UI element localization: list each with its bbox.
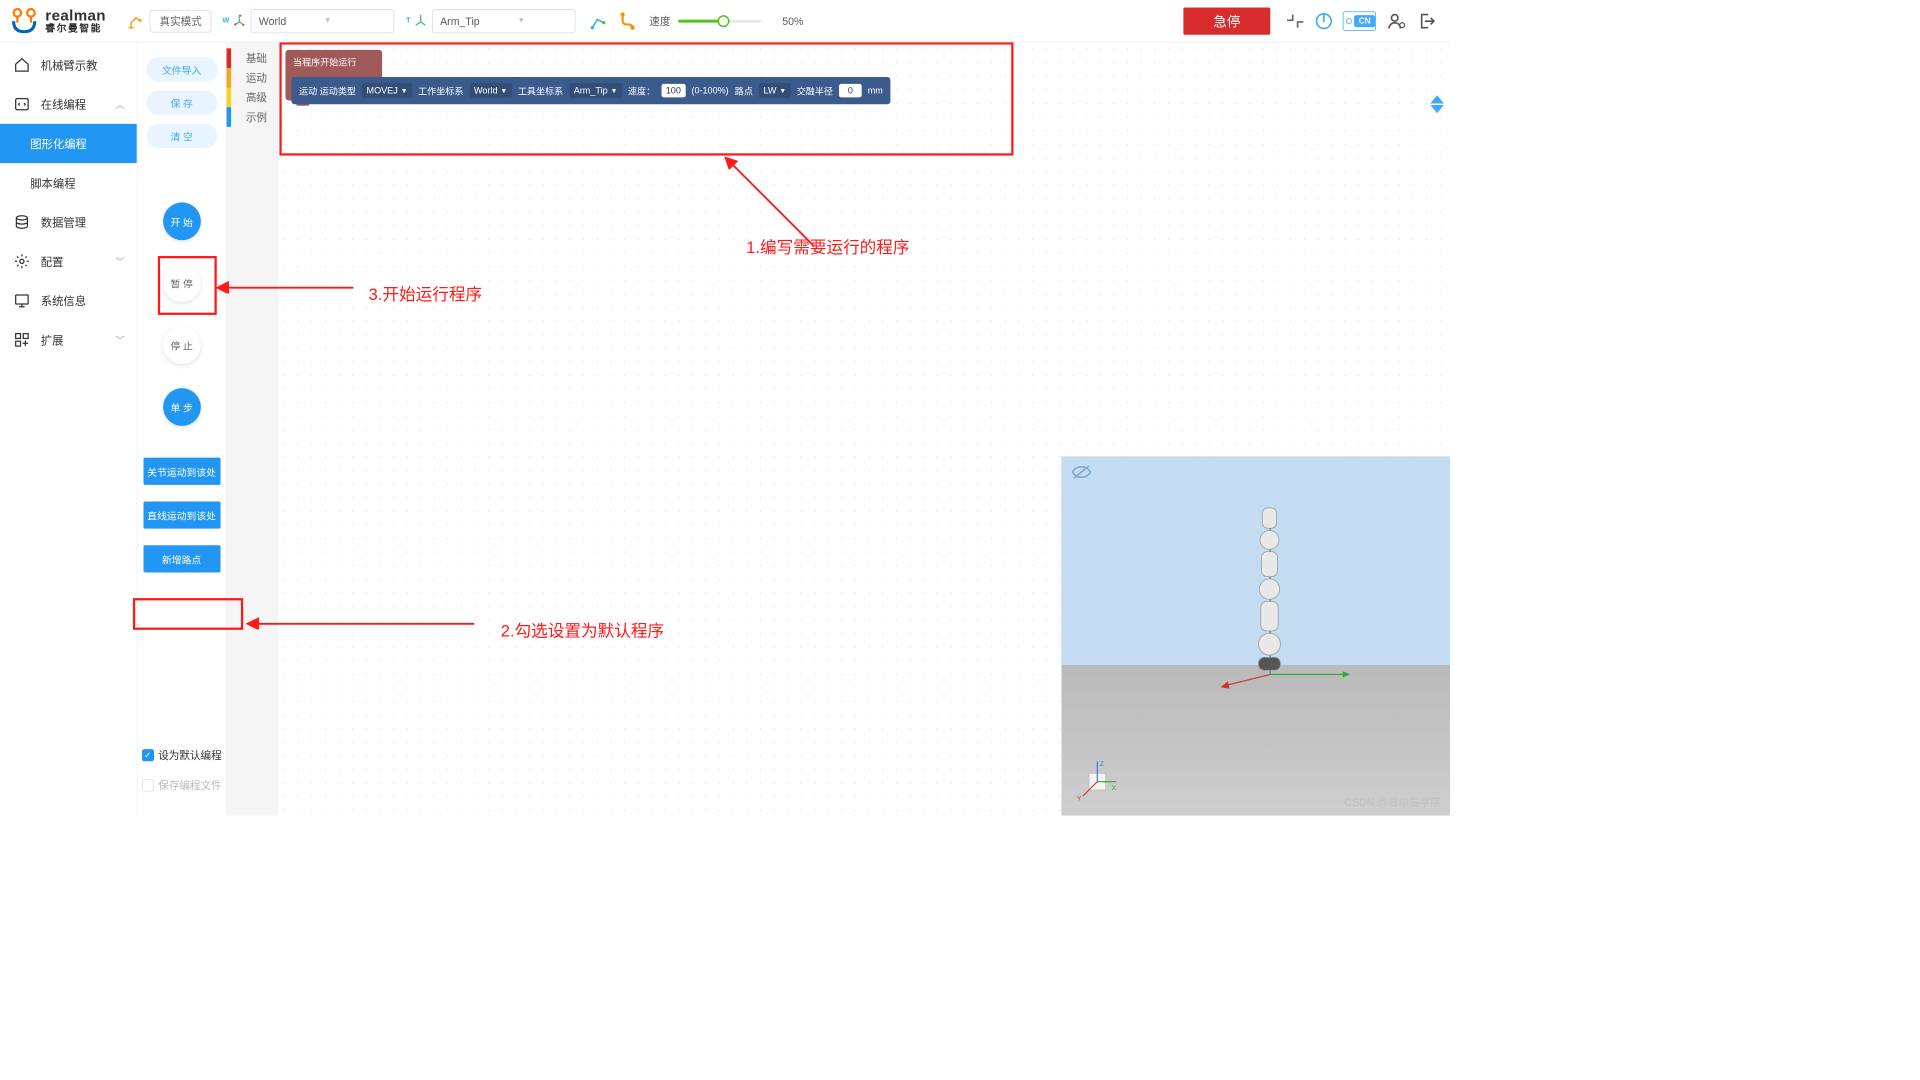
robot-model (1258, 506, 1281, 680)
movej-dropdown[interactable]: MOVEJ▼ (362, 83, 412, 98)
gear-icon (14, 253, 31, 270)
annotation-text-2: 2.勾选设置为默认程序 (501, 618, 664, 642)
mode-badge[interactable]: 真实模式 (150, 9, 212, 32)
user-settings-icon[interactable] (1385, 11, 1408, 31)
chevron-down-icon: ﹀ (116, 255, 125, 268)
radius-input[interactable]: 0 (839, 84, 862, 98)
joint-config-icon[interactable] (589, 11, 609, 31)
stop-button[interactable]: 停 止 (163, 326, 201, 364)
save-program-checkbox[interactable]: 保存编程文件 (142, 770, 222, 800)
step-button[interactable]: 单 步 (163, 388, 201, 426)
power-icon[interactable] (1314, 11, 1334, 31)
annotation-box-2 (133, 598, 243, 630)
robot-arm-icon[interactable] (126, 11, 146, 31)
nav-graphical-programming[interactable]: 图形化编程 (0, 124, 137, 163)
joint-move-button[interactable]: 关节运动到该处 (143, 458, 220, 485)
annotation-box-3 (158, 256, 217, 315)
world-axis-icon: W (222, 12, 247, 29)
tool-column: 文件导入 保 存 清 空 开 始 暂 停 停 止 单 步 关节运动到该处 直线运… (137, 42, 226, 815)
start-button[interactable]: 开 始 (163, 202, 201, 240)
scroll-up-icon[interactable] (1430, 95, 1444, 103)
visibility-icon[interactable] (1071, 464, 1092, 479)
emergency-stop-button[interactable]: 急停 (1183, 7, 1270, 34)
speed-input[interactable]: 100 (661, 84, 685, 98)
add-point-button[interactable]: 新增路点 (143, 545, 220, 572)
annotation-text-1: 1.编写需要运行的程序 (746, 234, 909, 258)
nav-config[interactable]: 配置 ﹀ (0, 242, 137, 281)
collapse-icon[interactable] (1285, 11, 1305, 31)
category-basic[interactable]: 基础 (236, 48, 278, 68)
chevron-down-icon: ﹀ (116, 333, 125, 346)
language-badge[interactable]: CN (1343, 11, 1376, 31)
nav-system-info[interactable]: 系统信息 (0, 281, 137, 320)
default-program-checkbox[interactable]: ✓设为默认编程 (142, 740, 222, 770)
category-advanced[interactable]: 高级 (236, 88, 278, 108)
watermark-text: CSDN @睿尔曼学院 (1344, 794, 1441, 809)
world-frame-select[interactable]: World▼ (250, 9, 393, 33)
nav-script-programming[interactable]: 脚本编程 (0, 163, 137, 202)
logo-icon (9, 6, 39, 36)
arrow-icon (248, 612, 490, 635)
line-move-button[interactable]: 直线运动到该处 (143, 501, 220, 528)
arrow-icon (217, 276, 368, 299)
database-icon (14, 214, 31, 231)
brand-name-zh: 睿尔曼智能 (45, 23, 106, 33)
nav-extensions[interactable]: 扩展 ﹀ (0, 320, 137, 359)
category-example[interactable]: 示例 (236, 107, 278, 127)
nav-online-programming[interactable]: 在线编程 ︿ (0, 85, 137, 124)
svg-text:Y: Y (1077, 796, 1082, 803)
speed-value: 50% (782, 15, 803, 27)
svg-text:X: X (1112, 785, 1117, 792)
category-motion[interactable]: 运动 (236, 68, 278, 88)
annotation-text-3: 3.开始运行程序 (369, 281, 483, 305)
scroll-down-icon[interactable] (1430, 105, 1444, 113)
tool-frame-dropdown[interactable]: Arm_Tip▼ (569, 83, 622, 98)
svg-text:Z: Z (1100, 761, 1104, 768)
tool-axis-icon: T (406, 12, 429, 29)
save-button[interactable]: 保 存 (146, 91, 217, 115)
axis-gizmo-icon[interactable]: Z X Y (1074, 758, 1119, 803)
tool-frame-select[interactable]: Arm_Tip▼ (432, 9, 575, 33)
header-bar: realman 睿尔曼智能 真实模式 W World▼ T Arm_Tip▼ 速… (0, 0, 1450, 42)
speed-slider[interactable] (678, 19, 761, 22)
point-dropdown[interactable]: LW▼ (759, 83, 791, 98)
work-frame-dropdown[interactable]: World▼ (469, 83, 511, 98)
code-icon (14, 96, 31, 113)
clear-button[interactable]: 清 空 (146, 124, 217, 148)
speed-label: 速度 (649, 13, 670, 28)
brand-logo: realman 睿尔曼智能 (9, 6, 121, 36)
nav-teach[interactable]: 机械臂示教 (0, 45, 137, 84)
block-motion[interactable]: 运动 运动类型 MOVEJ▼ 工作坐标系 World▼ 工具坐标系 Arm_Ti… (292, 77, 891, 104)
monitor-icon (14, 292, 31, 309)
extension-icon (14, 332, 31, 349)
brand-name-en: realman (45, 8, 106, 23)
robot-preview-panel[interactable]: Z X Y (1061, 456, 1450, 815)
chevron-up-icon: ︿ (116, 98, 125, 111)
nav-data-management[interactable]: 数据管理 (0, 202, 137, 241)
import-button[interactable]: 文件导入 (146, 57, 217, 81)
canvas-scroll-buttons[interactable] (1430, 95, 1444, 113)
home-icon (14, 57, 31, 74)
path-icon[interactable] (618, 11, 638, 31)
block-canvas[interactable]: 当程序开始运行 运动 运动类型 MOVEJ▼ 工作坐标系 World▼ 工具坐标… (278, 42, 1450, 815)
logout-icon[interactable] (1417, 11, 1437, 31)
block-category-column: 基础 运动 高级 示例 (227, 42, 278, 815)
left-sidebar: 机械臂示教 在线编程 ︿ 图形化编程 脚本编程 数据管理 配置 ﹀ 系统信息 扩… (0, 42, 137, 815)
